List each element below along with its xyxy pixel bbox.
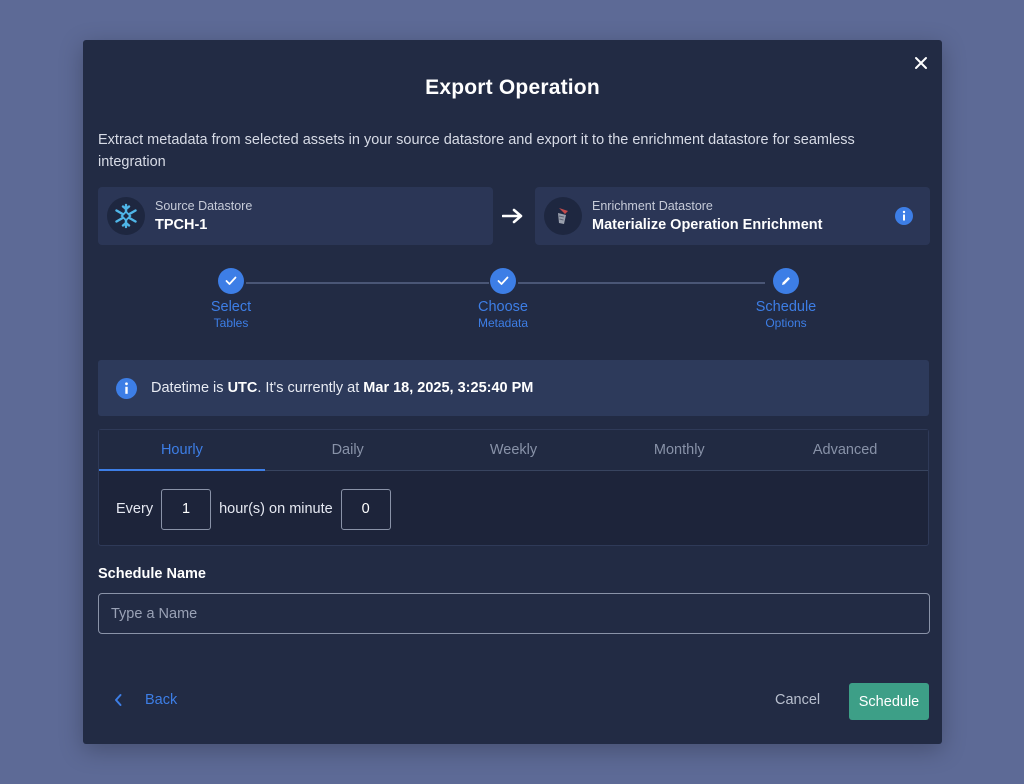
source-datastore-name: TPCH-1 — [155, 217, 208, 233]
enrichment-datastore-label: Enrichment Datastore — [592, 199, 713, 213]
check-icon — [218, 268, 244, 294]
export-operation-dialog: Export Operation Extract metadata from s… — [83, 40, 942, 744]
step-choose-metadata: Choose Metadata — [443, 268, 563, 330]
back-button[interactable]: Back — [113, 692, 177, 708]
step-title: Select — [210, 299, 252, 315]
minute-label: hour(s) on minute — [219, 501, 333, 517]
back-label: Back — [145, 692, 178, 708]
info-icon[interactable] — [895, 207, 913, 225]
snowflake-icon — [107, 197, 145, 235]
materialize-icon — [544, 197, 582, 235]
step-subtitle: Tables — [213, 316, 249, 330]
dialog-title: Export Operation — [425, 76, 600, 99]
source-datastore-card: Source Datastore TPCH-1 — [98, 187, 493, 245]
step-schedule-options: Schedule Options — [726, 268, 846, 330]
step-title: Choose — [478, 299, 528, 315]
chevron-left-icon — [115, 694, 122, 706]
enrichment-datastore-card: Enrichment Datastore Materialize Operati… — [535, 187, 930, 245]
tab-monthly[interactable]: Monthly — [596, 430, 762, 470]
enrichment-datastore-name: Materialize Operation Enrichment — [592, 217, 823, 233]
notice-text: Datetime is UTC. It's currently at Mar 1… — [151, 380, 534, 396]
timezone-notice: Datetime is UTC. It's currently at Mar 1… — [98, 360, 929, 416]
step-subtitle: Metadata — [477, 316, 529, 330]
info-icon — [116, 377, 137, 399]
schedule-panel: Hourly Daily Weekly Monthly Advanced Eve… — [98, 429, 929, 546]
pencil-icon — [773, 268, 799, 294]
step-subtitle: Options — [765, 316, 807, 330]
hours-interval-input[interactable] — [161, 488, 212, 530]
tab-daily[interactable]: Daily — [265, 430, 431, 470]
current-datetime: Mar 18, 2025, 3:25:40 PM — [363, 380, 534, 396]
schedule-name-input[interactable] — [98, 593, 930, 634]
schedule-name-label: Schedule Name — [98, 566, 206, 582]
every-label: Every — [116, 501, 154, 517]
schedule-tabs: Hourly Daily Weekly Monthly Advanced — [99, 430, 928, 471]
step-select-tables: Select Tables — [171, 268, 291, 330]
tab-weekly[interactable]: Weekly — [431, 430, 597, 470]
step-title: Schedule — [755, 299, 817, 315]
tab-advanced[interactable]: Advanced — [762, 430, 928, 470]
minute-input[interactable] — [340, 488, 391, 530]
close-icon[interactable] — [912, 54, 930, 72]
dialog-description: Extract metadata from selected assets in… — [98, 132, 855, 170]
hourly-settings: Every hour(s) on minute — [99, 471, 928, 547]
progress-stepper: Select Tables Choose Metadata Schedule O… — [83, 268, 942, 338]
arrow-right-icon — [501, 204, 525, 228]
cancel-button[interactable]: Cancel — [775, 692, 820, 708]
timezone-value: UTC — [227, 380, 258, 396]
source-datastore-label: Source Datastore — [155, 199, 253, 213]
check-icon — [490, 268, 516, 294]
schedule-button[interactable]: Schedule — [849, 683, 929, 720]
tab-hourly[interactable]: Hourly — [99, 430, 265, 471]
